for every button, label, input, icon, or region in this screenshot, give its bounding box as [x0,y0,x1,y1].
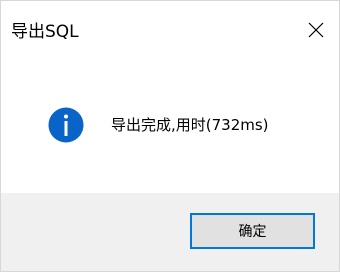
title-bar: 导出SQL [1,1,339,63]
info-icon [48,107,84,143]
button-bar: 确定 [1,193,339,271]
close-icon [308,22,324,38]
ok-button[interactable]: 确定 [190,213,315,249]
message-area: 导出完成,用时(732ms) [1,63,339,193]
message-dialog: 导出SQL 导出完成,用时(732ms) 确定 [0,0,340,272]
window-title: 导出SQL [11,22,79,42]
close-button[interactable] [293,13,339,47]
message-text: 导出完成,用时(732ms) [111,116,269,134]
